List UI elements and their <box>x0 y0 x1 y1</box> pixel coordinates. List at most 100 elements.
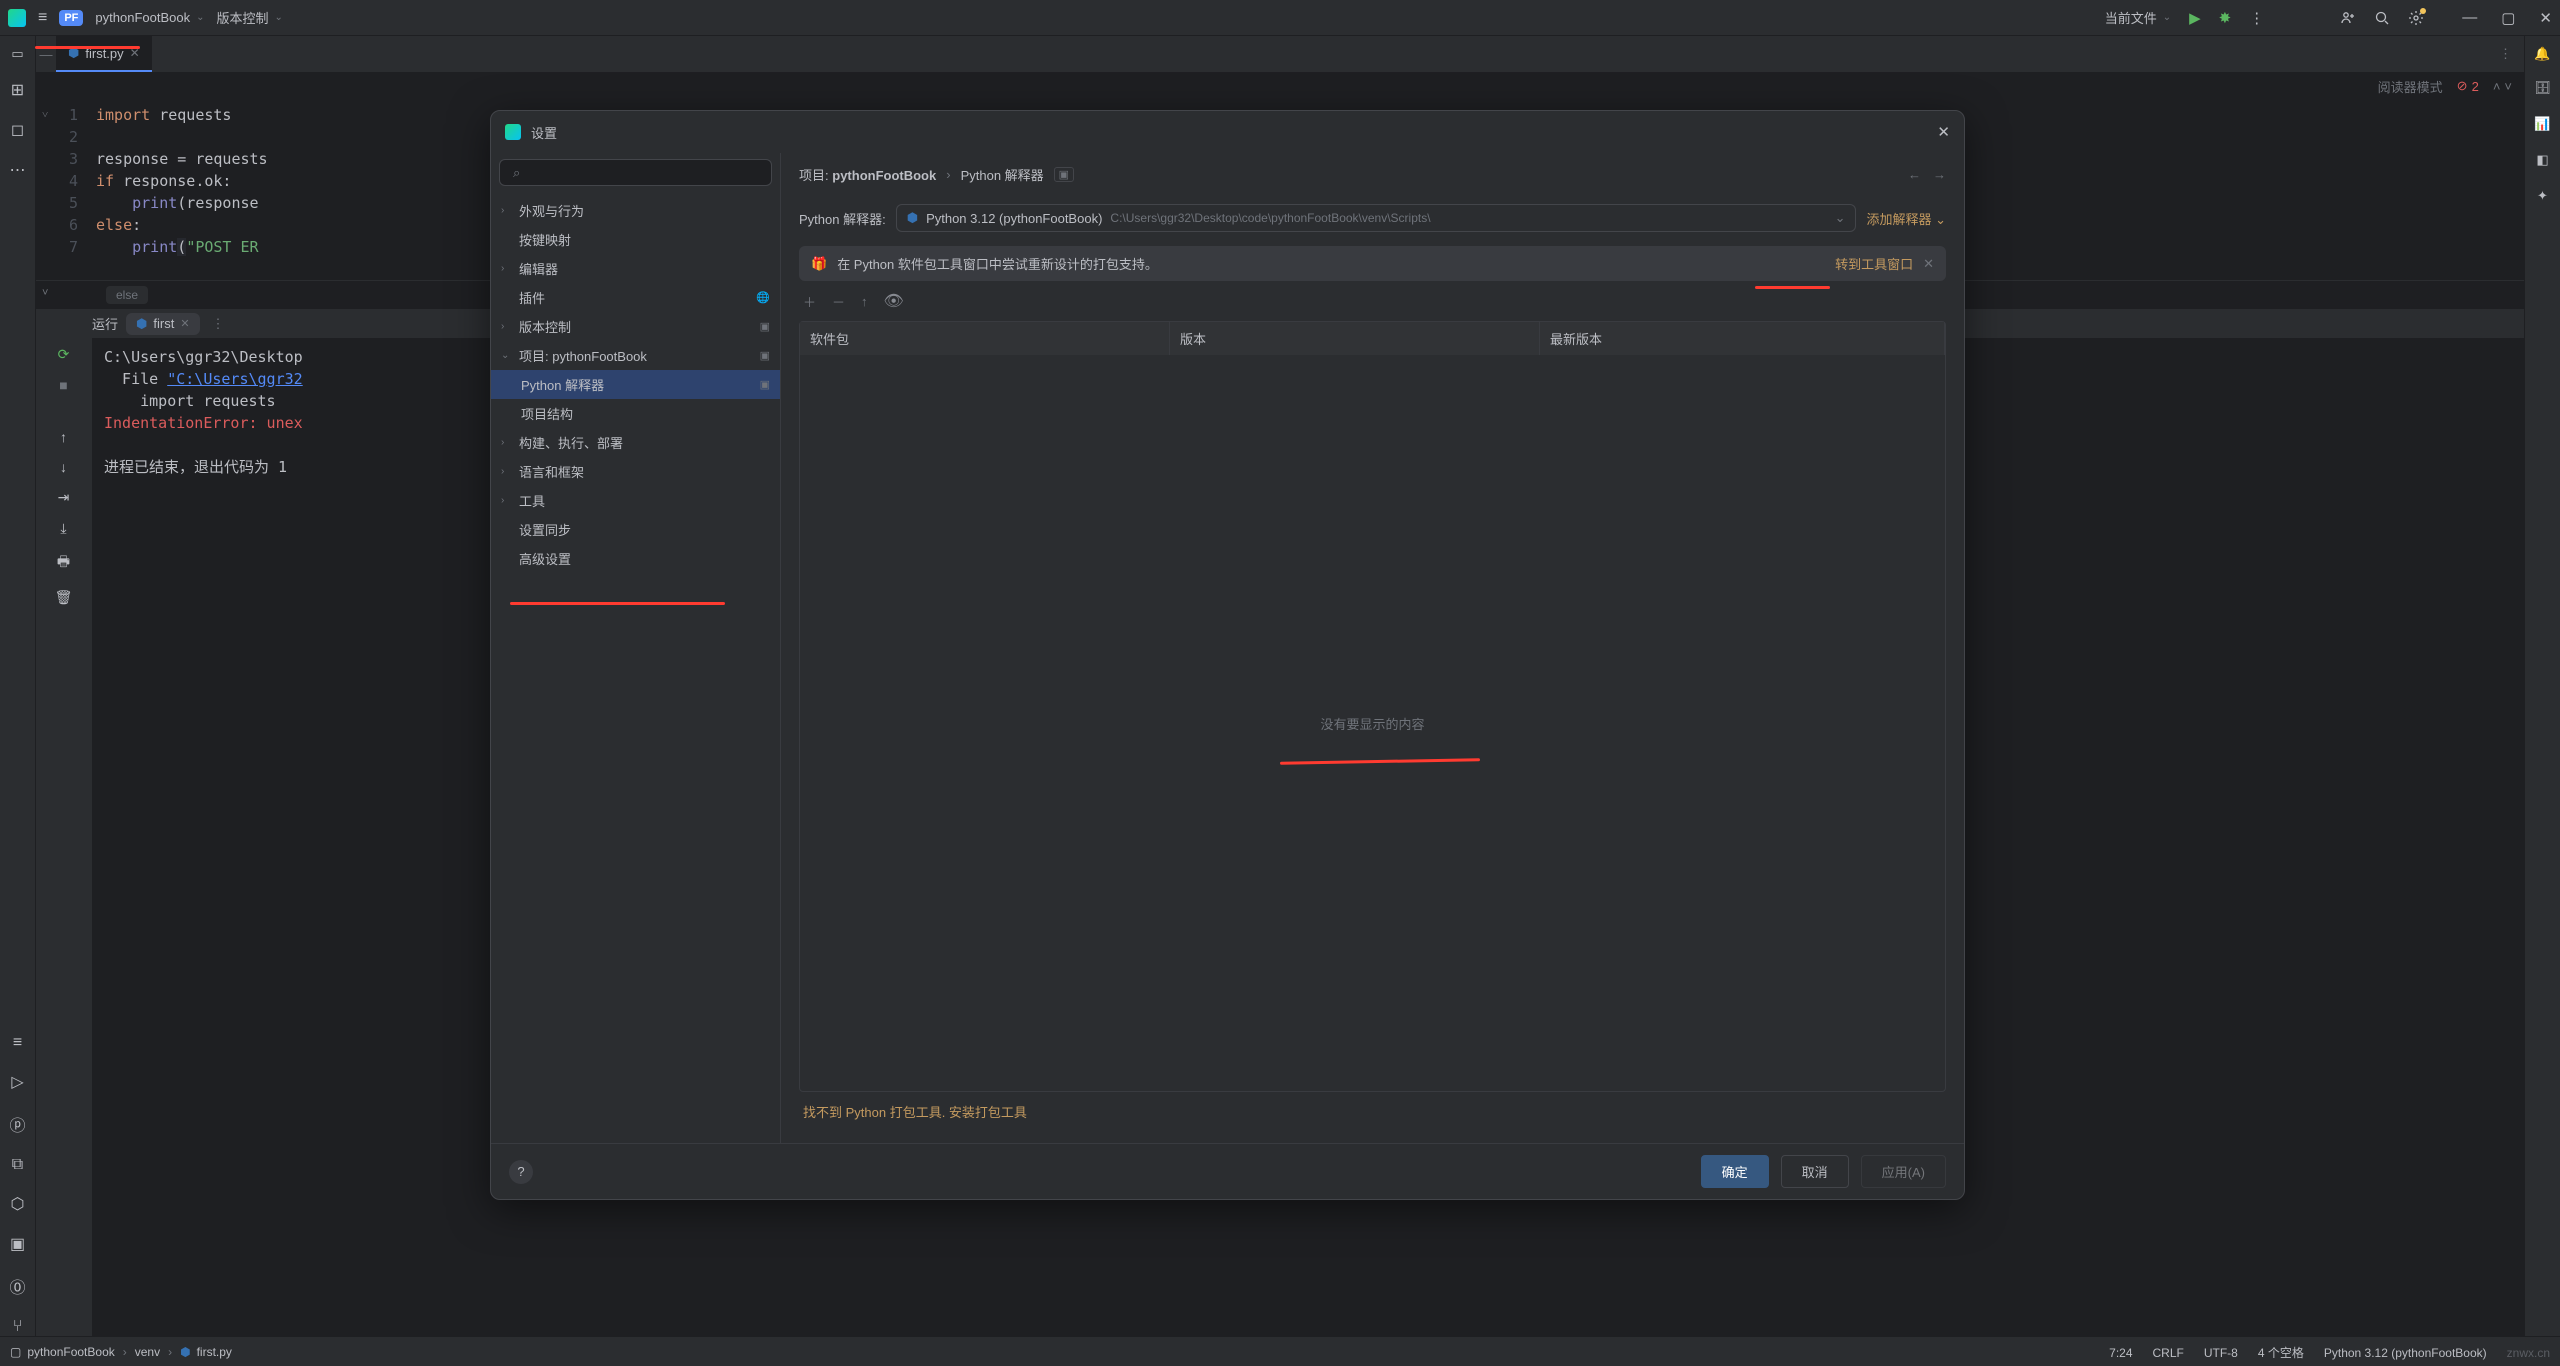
ai-icon[interactable]: ✦ <box>2537 188 2548 204</box>
tree-sync[interactable]: 设置同步 <box>491 515 780 544</box>
structure-icon[interactable]: ⊞ <box>11 80 24 100</box>
add-package-icon[interactable]: ＋ <box>803 292 816 311</box>
run-more-icon[interactable]: ⋮ <box>212 316 225 332</box>
tree-python-interpreter[interactable]: Python 解释器▣ <box>491 370 780 399</box>
caret-position[interactable]: 7:24 <box>2109 1346 2132 1360</box>
upgrade-package-icon[interactable]: ↑ <box>861 294 868 309</box>
soft-wrap-icon[interactable]: ⇥ <box>58 489 70 506</box>
main-menu-icon[interactable]: ≡ <box>38 9 47 27</box>
settings-search[interactable] <box>499 159 772 186</box>
notifications-icon[interactable]: 🔔 <box>2524 36 2560 72</box>
interpreter-select[interactable]: ⬢ Python 3.12 (pythonFootBook) C:\Users\… <box>896 204 1857 232</box>
more-icon[interactable]: ⋮ <box>2249 9 2264 27</box>
sci-icon[interactable]: 📊 <box>2534 116 2550 132</box>
editor-status-bar: 阅读器模式 ⊘ 2 ˄˅ <box>36 72 2524 100</box>
python-console-icon[interactable]: ⓟ <box>9 1112 25 1136</box>
scroll-end-icon[interactable]: ⤓ <box>60 520 66 537</box>
indent-setting[interactable]: 4 个空格 <box>2258 1344 2304 1361</box>
run-icon[interactable]: ▶ <box>2189 9 2201 27</box>
run-config-selector[interactable]: 当前文件⌄ <box>2105 8 2171 27</box>
terminal-icon[interactable]: ▣ <box>10 1234 25 1254</box>
todo-icon[interactable]: ≡ <box>13 1034 22 1052</box>
rerun-icon[interactable]: ⟳ <box>58 346 70 363</box>
debug-icon[interactable]: ✸ <box>2219 9 2232 27</box>
line-separator[interactable]: CRLF <box>2153 1346 2184 1360</box>
run-tab[interactable]: ⬢ first ✕ <box>126 313 200 335</box>
clear-icon[interactable]: 🗑 <box>55 589 73 606</box>
settings-search-input[interactable] <box>499 159 772 186</box>
settings-icon[interactable] <box>2408 10 2424 26</box>
print-icon[interactable]: 🖶 <box>57 551 70 575</box>
add-interpreter-link[interactable]: 添加解释器 ⌄ <box>1866 209 1946 228</box>
close-banner-icon[interactable]: ✕ <box>1923 256 1934 272</box>
nav-crumb-venv[interactable]: venv <box>135 1345 160 1359</box>
tree-editor[interactable]: ›编辑器 <box>491 254 780 283</box>
close-window-icon[interactable]: ✕ <box>2539 9 2552 27</box>
tree-tools[interactable]: ›工具 <box>491 486 780 515</box>
problems-icon[interactable]: ⓪ <box>9 1274 25 1298</box>
show-early-releases-icon[interactable]: 👁 <box>884 291 904 311</box>
vcs-menu[interactable]: 版本控制⌄ <box>216 8 282 27</box>
nav-crumb-file[interactable]: ⬢ first.py <box>180 1345 232 1359</box>
error-indicator[interactable]: ⊘ 2 <box>2457 78 2479 94</box>
tree-plugins[interactable]: 插件🌐 <box>491 283 780 312</box>
next-highlight-icon[interactable]: ˅ <box>2504 79 2512 94</box>
dialog-title-bar: 设置 ✕ <box>491 111 1964 153</box>
remove-package-icon[interactable]: － <box>832 292 845 311</box>
code-with-me-icon[interactable] <box>2340 10 2356 26</box>
cancel-button[interactable]: 取消 <box>1781 1155 1849 1188</box>
watermark: znwx.cn <box>2507 1346 2550 1360</box>
down-trace-icon[interactable]: ↓ <box>60 459 67 475</box>
goto-tool-window-link[interactable]: 转到工具窗口 <box>1835 254 1913 273</box>
stop-icon[interactable]: ■ <box>59 377 67 393</box>
up-trace-icon[interactable]: ↑ <box>60 429 67 445</box>
ok-button[interactable]: 确定 <box>1701 1155 1769 1188</box>
bookmarks-icon[interactable]: ◻ <box>11 120 24 140</box>
tree-project-structure[interactable]: 项目结构 <box>491 399 780 428</box>
interpreter-status[interactable]: Python 3.12 (pythonFootBook) <box>2324 1346 2487 1360</box>
packaging-tools-warning[interactable]: 找不到 Python 打包工具. 安装打包工具 <box>799 1092 1946 1131</box>
tree-build[interactable]: ›构建、执行、部署 <box>491 428 780 457</box>
tree-advanced[interactable]: 高级设置 <box>491 544 780 573</box>
nav-crumb-project[interactable]: ▢ pythonFootBook <box>10 1345 115 1359</box>
close-dialog-icon[interactable]: ✕ <box>1937 123 1950 141</box>
forward-icon[interactable]: → <box>1933 167 1946 182</box>
app-logo <box>505 124 521 140</box>
maximize-icon[interactable]: ▢ <box>2501 9 2515 27</box>
editor-tab[interactable]: ⬢ first.py ✕ <box>56 36 152 72</box>
col-version[interactable]: 版本 <box>1170 322 1540 355</box>
package-table-header: 软件包 版本 最新版本 <box>800 322 1945 355</box>
gift-icon: 🎁 <box>811 256 827 272</box>
git-icon[interactable]: ⑂ <box>13 1318 23 1336</box>
minimize-icon[interactable]: — <box>2462 9 2477 27</box>
reader-mode-toggle[interactable]: 阅读器模式 <box>2378 77 2443 96</box>
help-button[interactable]: ? <box>509 1160 533 1184</box>
tree-keymap[interactable]: 按键映射 <box>491 225 780 254</box>
tree-languages[interactable]: ›语言和框架 <box>491 457 780 486</box>
more-tool-icon[interactable]: ⋯ <box>10 160 26 180</box>
run-label: 运行 <box>92 314 118 333</box>
project-tool-toggle-icon[interactable]: ▭ <box>0 36 36 72</box>
col-package[interactable]: 软件包 <box>800 322 1170 355</box>
close-run-tab-icon[interactable]: ✕ <box>180 317 189 330</box>
apply-button[interactable]: 应用(A) <box>1861 1155 1946 1188</box>
col-latest[interactable]: 最新版本 <box>1540 322 1945 355</box>
tree-vcs[interactable]: ›版本控制▣ <box>491 312 780 341</box>
database-icon[interactable]: 🗄 <box>2534 80 2551 96</box>
prev-highlight-icon[interactable]: ˄ <box>2493 79 2501 94</box>
tree-appearance[interactable]: ›外观与行为 <box>491 196 780 225</box>
back-icon[interactable]: ← <box>1908 167 1921 182</box>
project-selector[interactable]: pythonFootBook⌄ <box>95 10 204 25</box>
encoding[interactable]: UTF-8 <box>2204 1346 2238 1360</box>
tab-more-icon[interactable]: ⋮ <box>2499 46 2512 62</box>
tree-project[interactable]: ⌄项目: pythonFootBook▣ <box>491 341 780 370</box>
hide-tool-icon[interactable]: — <box>36 36 56 72</box>
services-icon[interactable]: ⬡ <box>11 1194 25 1214</box>
info-banner: 🎁 在 Python 软件包工具窗口中尝试重新设计的打包支持。 转到工具窗口 ✕ <box>799 246 1946 281</box>
packages-icon[interactable]: ⧉ <box>12 1156 23 1174</box>
settings-breadcrumb: 项目: pythonFootBook › Python 解释器 ▣ ← → <box>799 165 1946 184</box>
plots-icon[interactable]: ◧ <box>2536 152 2548 168</box>
search-icon[interactable] <box>2374 10 2390 26</box>
run-tool-icon[interactable]: ▷ <box>11 1072 23 1092</box>
settings-content: 项目: pythonFootBook › Python 解释器 ▣ ← → Py… <box>781 153 1964 1143</box>
